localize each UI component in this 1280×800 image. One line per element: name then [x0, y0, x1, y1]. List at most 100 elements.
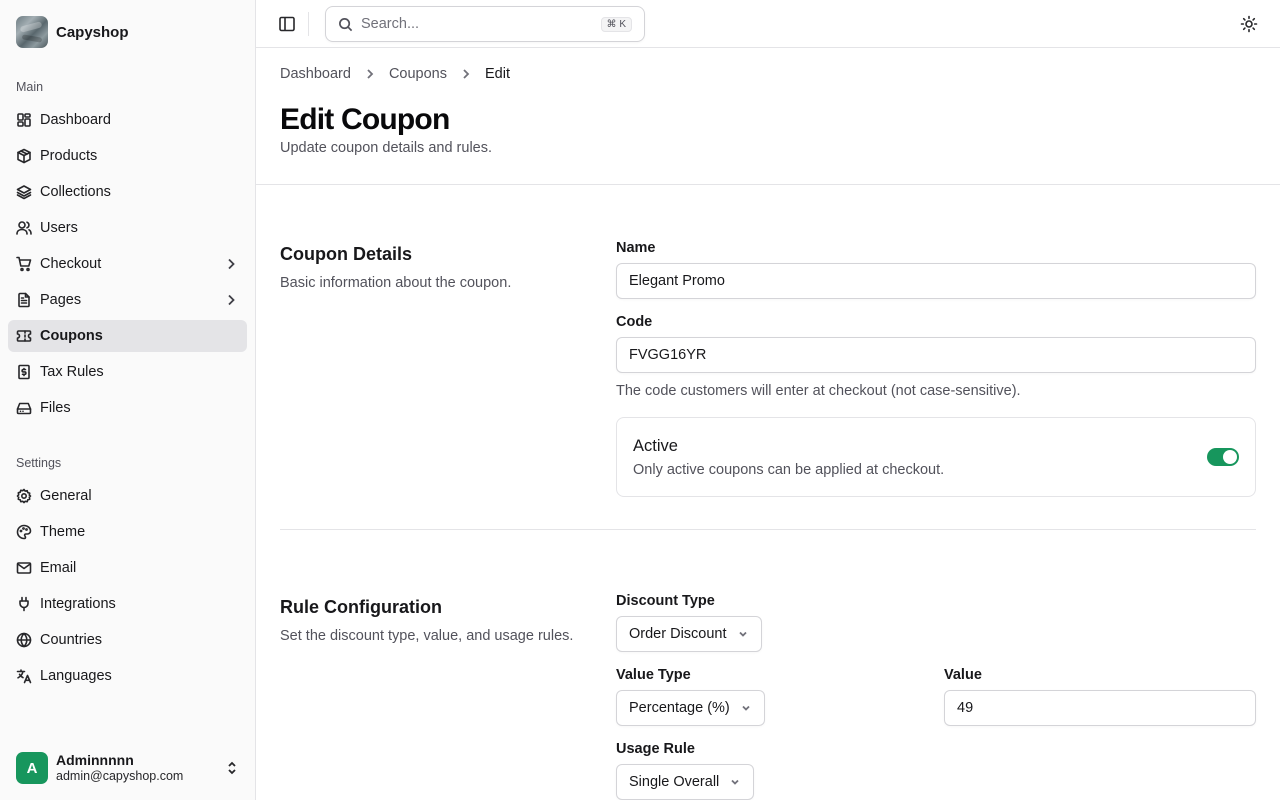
breadcrumb-dashboard[interactable]: Dashboard [280, 66, 351, 82]
usage-rule-value: Single Overall [629, 774, 720, 790]
sidebar-item-files[interactable]: Files [8, 392, 247, 424]
section-description-coupon-details: Basic information about the coupon. [280, 275, 512, 291]
user-menu[interactable]: A Adminnnnn admin@capyshop.com [16, 752, 240, 784]
code-label: Code [616, 314, 653, 330]
value-type-label: Value Type [616, 667, 691, 683]
page-title: Edit Coupon [280, 103, 450, 136]
value-type-select[interactable]: Percentage (%) [616, 690, 765, 726]
value-type-value: Percentage (%) [629, 700, 730, 716]
page-subtitle: Update coupon details and rules. [280, 140, 493, 156]
breadcrumb: Dashboard Coupons Edit [280, 66, 1256, 82]
sidebar-item-label: Theme [40, 524, 86, 540]
receipt-icon [16, 364, 32, 380]
user-info: Adminnnnn admin@capyshop.com [56, 752, 183, 784]
page-header: Dashboard Coupons Edit Edit Coupon Updat… [256, 48, 1280, 185]
main-nav: Dashboard Products Collections Users Che… [8, 104, 247, 428]
sidebar-item-integrations[interactable]: Integrations [8, 588, 247, 620]
sidebar-item-label: Users [40, 220, 78, 236]
sidebar-item-general[interactable]: General [8, 480, 247, 512]
plug-icon [16, 596, 32, 612]
sidebar-item-label: Dashboard [40, 112, 111, 128]
sidebar-item-label: Products [40, 148, 98, 164]
chevron-right-icon [363, 67, 377, 81]
sidebar-item-coupons[interactable]: Coupons [8, 320, 247, 352]
discount-type-value: Order Discount [629, 626, 727, 642]
sidebar-item-pages[interactable]: Pages [8, 284, 247, 316]
sidebar-item-languages[interactable]: Languages [8, 660, 247, 692]
user-email: admin@capyshop.com [56, 769, 184, 783]
chevron-right-icon [223, 256, 239, 272]
users-icon [16, 220, 32, 236]
file-icon [16, 292, 32, 308]
sidebar-item-label: Countries [40, 632, 103, 648]
active-title: Active [633, 437, 678, 455]
usage-rule-label: Usage Rule [616, 741, 695, 757]
sidebar-item-countries[interactable]: Countries [8, 624, 247, 656]
sidebar-item-label: Email [40, 560, 77, 576]
chevrons-up-down-icon [224, 760, 240, 776]
sidebar-item-label: Languages [40, 668, 112, 684]
main: Search... ⌘ K Dashboard Coupons Edit Edi… [256, 0, 1280, 800]
avatar: A [16, 752, 48, 784]
hard-drive-icon [16, 400, 32, 416]
name-label: Name [616, 240, 656, 256]
palette-icon [16, 524, 32, 540]
sidebar-item-checkout[interactable]: Checkout [8, 248, 247, 280]
breadcrumb-current: Edit [484, 66, 510, 82]
chevron-down-icon [737, 628, 749, 640]
section-divider [280, 529, 1256, 530]
sidebar-item-label: Collections [40, 184, 111, 200]
section-description-rule-configuration: Set the discount type, value, and usage … [280, 628, 574, 644]
active-toggle[interactable] [1207, 448, 1239, 466]
settings-nav: General Theme Email Integrations Countri… [8, 480, 247, 696]
section-title-coupon-details: Coupon Details [280, 244, 413, 264]
name-input[interactable]: Elegant Promo [616, 263, 1256, 299]
gear-icon [16, 488, 32, 504]
sidebar-item-label: Coupons [40, 328, 103, 344]
chevron-down-icon [740, 702, 752, 714]
chevron-right-icon [223, 292, 239, 308]
discount-type-select[interactable]: Order Discount [616, 616, 762, 652]
layers-icon [16, 184, 32, 200]
search-input[interactable]: Search... ⌘ K [325, 6, 645, 42]
sidebar-item-label: Tax Rules [40, 364, 104, 380]
sidebar-item-products[interactable]: Products [8, 140, 247, 172]
active-description: Only active coupons can be applied at ch… [633, 462, 945, 478]
topbar-divider [308, 12, 309, 36]
brand-name: Capyshop [56, 23, 129, 41]
mail-icon [16, 560, 32, 576]
sidebar-item-tax-rules[interactable]: Tax Rules [8, 356, 247, 388]
sidebar-item-label: Files [40, 400, 71, 416]
translate-icon [16, 668, 32, 684]
chevron-right-icon [459, 67, 473, 81]
active-card: Active Only active coupons can be applie… [616, 417, 1256, 497]
sidebar-item-theme[interactable]: Theme [8, 516, 247, 548]
search-shortcut: ⌘ K [600, 16, 632, 32]
chevron-down-icon [729, 776, 741, 788]
sidebar: Capyshop Main Dashboard Products Collect… [0, 0, 256, 800]
usage-rule-select[interactable]: Single Overall [616, 764, 755, 800]
globe-icon [16, 632, 32, 648]
search-icon [338, 17, 353, 32]
brand[interactable]: Capyshop [16, 16, 129, 48]
breadcrumb-coupons[interactable]: Coupons [389, 66, 447, 82]
value-input[interactable]: 49 [944, 690, 1256, 726]
sidebar-item-users[interactable]: Users [8, 212, 247, 244]
discount-type-label: Discount Type [616, 593, 715, 609]
dashboard-icon [16, 112, 32, 128]
ticket-icon [16, 328, 32, 344]
code-hint: The code customers will enter at checkou… [616, 383, 1021, 399]
sidebar-item-email[interactable]: Email [8, 552, 247, 584]
section-title-rule-configuration: Rule Configuration [280, 597, 442, 617]
sidebar-item-collections[interactable]: Collections [8, 176, 247, 208]
brand-logo [16, 16, 48, 48]
sidebar-item-label: General [40, 488, 92, 504]
sidebar-item-dashboard[interactable]: Dashboard [8, 104, 247, 136]
sun-icon[interactable] [1240, 15, 1258, 33]
section-label-main: Main [16, 80, 44, 94]
package-icon [16, 148, 32, 164]
cart-icon [16, 256, 32, 272]
topbar: Search... ⌘ K [256, 0, 1280, 48]
sidebar-toggle-icon[interactable] [278, 15, 296, 33]
code-input[interactable]: FVGG16YR [616, 337, 1256, 373]
